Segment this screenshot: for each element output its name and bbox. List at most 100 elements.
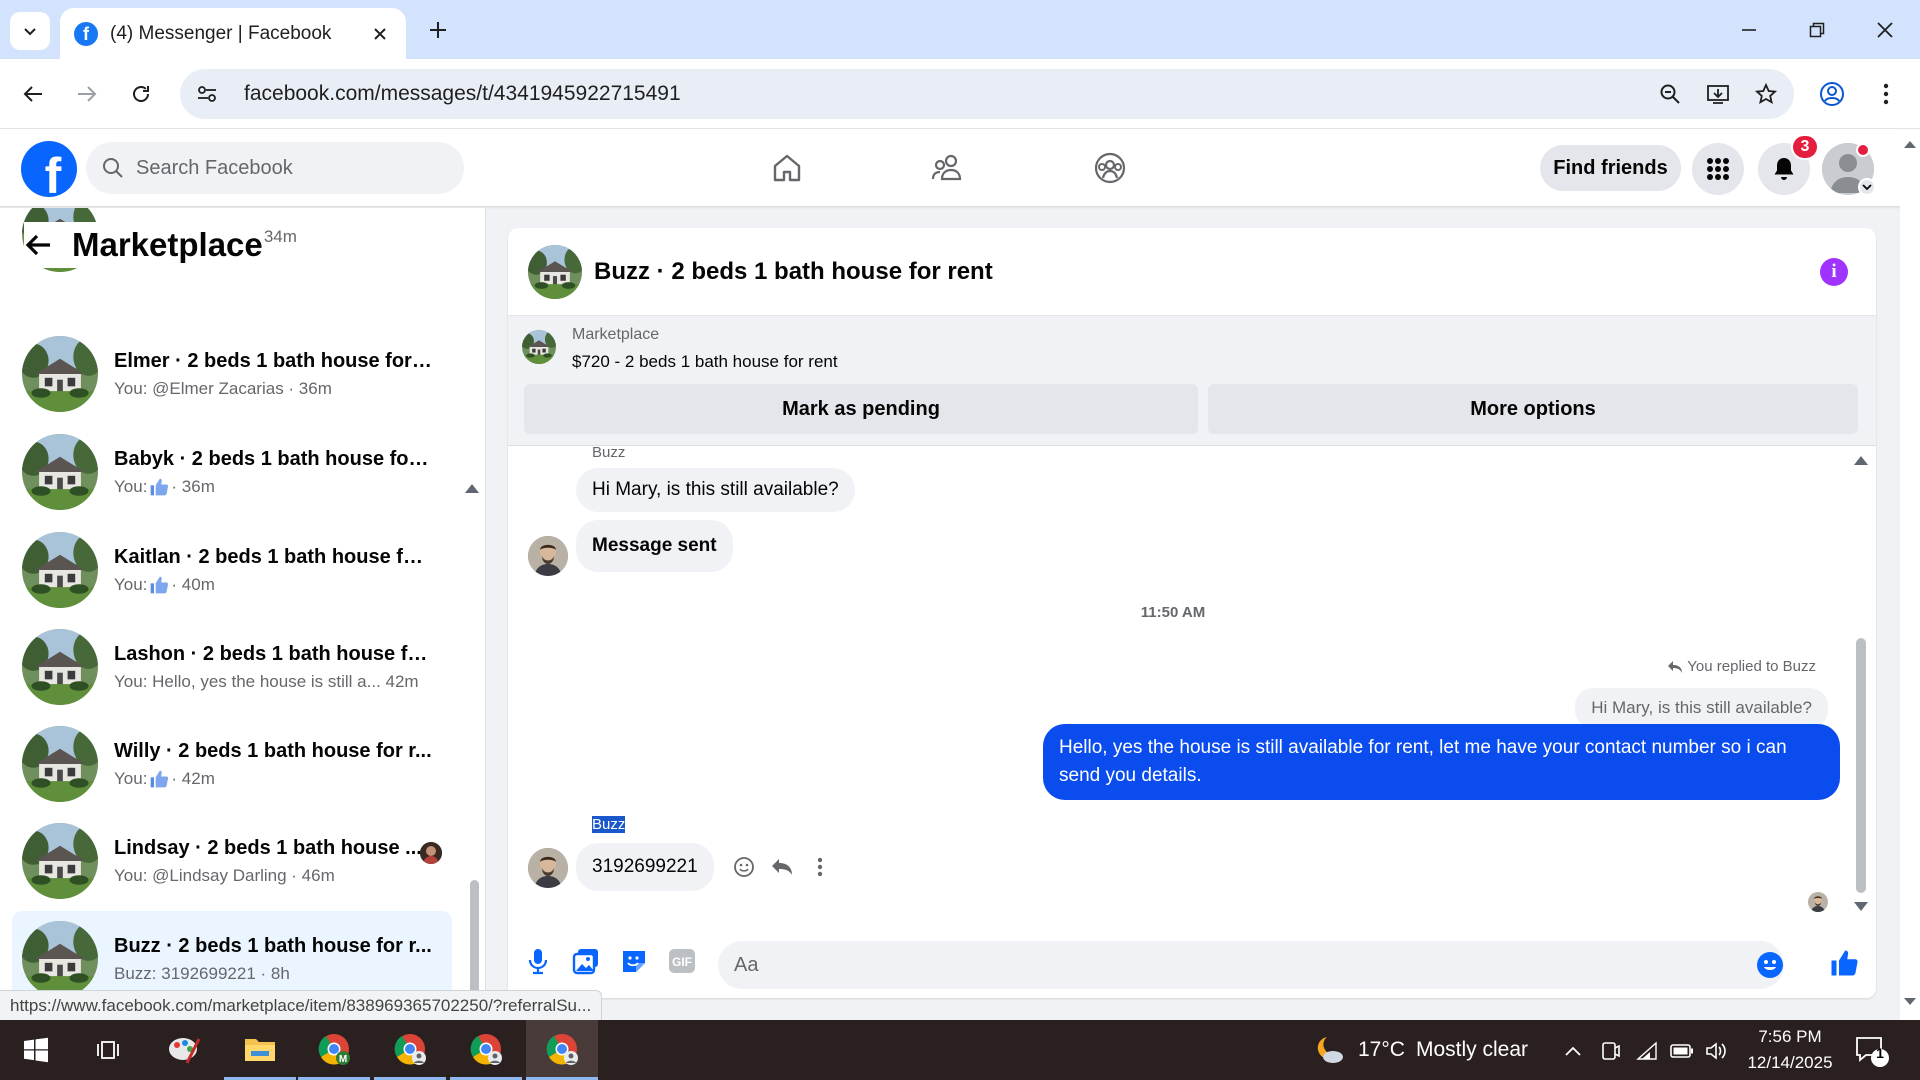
more-options-button[interactable]: More options [1208,384,1858,434]
like-icon [149,575,169,595]
outgoing-message[interactable]: Hello, yes the house is still available … [1043,724,1840,800]
reply-arrow-icon [1668,660,1683,673]
weather-moon-icon[interactable] [1312,1035,1346,1065]
paint-app-icon[interactable] [148,1020,220,1080]
incoming-message[interactable]: Hi Mary, is this still available? [576,468,855,512]
conversation-item[interactable]: Lashon · 2 beds 1 bath house for... You:… [12,619,452,715]
photo-icon[interactable] [568,943,604,979]
system-clock[interactable]: 7:56 PM 12/14/2025 [1740,1024,1840,1076]
conversation-item[interactable]: Elmer · 2 beds 1 bath house for r... You… [12,326,452,422]
start-windows-icon[interactable] [0,1020,72,1080]
reply-icon[interactable] [766,851,798,883]
url-text[interactable]: facebook.com/messages/t/4341945922715491 [244,82,1650,106]
close-window-icon[interactable] [1860,8,1910,52]
mark-as-pending-button[interactable]: Mark as pending [524,384,1198,434]
notification-center-icon[interactable]: 1 [1854,1034,1890,1068]
chrome-profile-2-icon[interactable] [374,1020,446,1080]
conversation-subtitle: You: @Elmer Zacarias · 36m [114,378,332,398]
conversation-name: Buzz · 2 beds 1 bath house for r... [114,934,432,957]
account-chevron-icon[interactable] [1858,178,1876,196]
zoom-icon[interactable] [1650,74,1690,114]
chat-scroll-up-icon[interactable] [1854,456,1868,465]
facebook-search-input[interactable]: Search Facebook [86,142,464,194]
show-hidden-icons-chevron-icon[interactable] [1560,1038,1586,1064]
wifi-icon[interactable] [1634,1038,1660,1064]
home-icon[interactable] [757,143,817,193]
buzz-avatar[interactable] [528,536,568,576]
tab-search-button[interactable] [10,12,50,50]
profile-icon[interactable] [1813,75,1851,113]
task-view-icon[interactable] [72,1020,144,1080]
conversation-item[interactable]: Babyk · 2 beds 1 bath house for ... You:… [12,424,452,520]
new-tab-icon[interactable] [422,14,454,46]
address-bar[interactable]: facebook.com/messages/t/4341945922715491 [180,69,1794,119]
search-icon [103,158,123,178]
incoming-message[interactable]: Message sent [576,520,733,572]
like-icon [149,769,169,789]
buzz-avatar[interactable] [528,848,568,888]
conversation-item[interactable]: Lindsay · 2 beds 1 bath house ... You: @… [12,813,452,909]
quoted-message[interactable]: Hi Mary, is this still available? [1575,688,1828,728]
bookmark-star-icon[interactable] [1746,74,1786,114]
listing-thumbnail [22,726,98,802]
svg-text:M: M [339,1054,347,1065]
conversation-name: Elmer · 2 beds 1 bath house for r... [114,349,434,372]
listing-thumbnail [22,823,98,899]
browser-tab-messenger[interactable]: f (4) Messenger | Facebook [60,8,406,59]
volume-icon[interactable] [1704,1038,1730,1064]
chat-scrollbar-thumb[interactable] [1856,638,1866,893]
chat-title[interactable]: Buzz · 2 beds 1 bath house for rent [594,258,993,286]
minimize-icon[interactable] [1724,8,1774,52]
sender-name-highlighted: Buzz [592,816,626,833]
weather-condition[interactable]: Mostly clear [1416,1038,1528,1062]
conversation-item[interactable]: Kaitlan · 2 beds 1 bath house for... You… [12,522,452,618]
microphone-icon[interactable] [520,943,556,979]
scroll-up-arrow-icon[interactable] [1900,135,1920,155]
list-scroll-up-icon[interactable] [465,484,479,493]
listing-thumbnail [22,921,98,997]
react-emoji-icon[interactable] [728,851,760,883]
find-friends-button[interactable]: Find friends [1540,145,1681,191]
scroll-down-arrow-icon[interactable] [1900,991,1920,1011]
link-status-bar: https://www.facebook.com/marketplace/ite… [0,990,603,1020]
battery-icon[interactable] [1669,1038,1695,1064]
back-arrow-icon[interactable] [24,233,52,257]
facebook-logo-icon[interactable]: f [21,141,77,197]
emoji-icon[interactable] [1752,947,1788,983]
chrome-profile-m-icon[interactable]: M [298,1020,370,1080]
chrome-profile-3-icon[interactable] [450,1020,522,1080]
weather-temperature[interactable]: 17°C [1358,1038,1405,1062]
page-scrollbar[interactable] [1900,129,1920,1020]
tab-close-icon[interactable] [368,22,392,46]
reload-icon[interactable] [122,75,160,113]
sticker-icon[interactable] [616,943,652,979]
listing-thumbnail [22,532,98,608]
browser-menu-icon[interactable] [1867,75,1905,113]
friends-icon[interactable] [918,143,978,193]
chat-scroll-down-icon[interactable] [1854,902,1868,911]
message-input[interactable]: Aa [718,941,1784,989]
menu-grid-icon[interactable] [1692,143,1744,195]
browser-tab-bar: f (4) Messenger | Facebook [0,0,1920,59]
info-icon[interactable]: i [1820,258,1848,286]
restore-icon[interactable] [1792,8,1842,52]
forward-arrow-icon[interactable] [68,75,106,113]
conversation-item[interactable]: Willy · 2 beds 1 bath house for r... You… [12,716,452,812]
listing-thumbnail [22,434,98,510]
tab-title: (4) Messenger | Facebook [110,22,332,44]
meet-now-icon[interactable] [1597,1038,1623,1064]
chrome-profile-4-icon[interactable] [526,1020,598,1080]
more-actions-icon[interactable] [804,851,836,883]
marketplace-listing-bar: Marketplace $720 - 2 beds 1 bath house f… [508,316,1876,446]
back-arrow-icon[interactable] [14,75,52,113]
site-settings-icon[interactable] [184,71,230,117]
like-send-icon[interactable] [1826,945,1862,981]
chat-listing-thumbnail[interactable] [528,245,582,299]
groups-icon[interactable] [1080,143,1140,193]
incoming-message[interactable]: 3192699221 [576,843,714,891]
listing-price-title[interactable]: $720 - 2 beds 1 bath house for rent [572,352,838,372]
gif-icon[interactable]: GIF [664,943,700,979]
install-app-icon[interactable] [1698,74,1738,114]
file-explorer-icon[interactable] [224,1020,296,1080]
conversation-name: Lashon · 2 beds 1 bath house for... [114,642,434,665]
